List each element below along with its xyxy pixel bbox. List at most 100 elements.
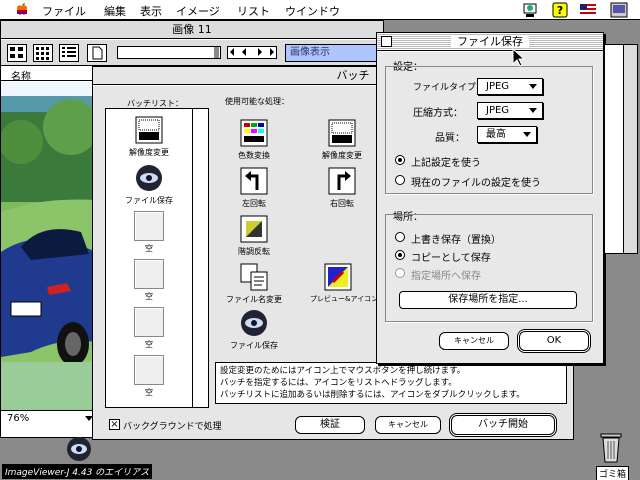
use-above-settings-radio[interactable] [395,155,405,165]
eye-icon [241,310,267,336]
file-list-header: 名称 [1,67,97,83]
menu-list[interactable]: リスト [237,3,270,19]
batch-item-label: 解像度変更 [129,148,169,157]
list-icon [62,47,76,57]
batch-empty-slot[interactable] [134,259,164,289]
rename-icon [240,263,268,291]
batch-empty-slot[interactable] [134,355,164,385]
keyboard-flag-icon[interactable] [580,4,596,16]
list-view-button[interactable] [59,44,79,62]
dialog-ok-button[interactable]: OK [517,329,591,353]
process-label: 左回転 [242,199,266,208]
process-label: 色数変換 [238,151,270,160]
invert-icon [240,215,268,243]
car-photo-image [1,82,97,410]
process-file-save[interactable] [239,308,269,338]
dialog-title: ファイル保存 [451,35,529,48]
grid-large-icon [10,47,23,58]
process-color-convert[interactable] [239,118,269,148]
menu-image[interactable]: イメージ [176,3,220,19]
image-toolbar: 画像表示 [1,40,383,66]
process-label: ファイル保存 [230,341,278,350]
quality-popup[interactable]: 最高 [477,126,537,143]
available-processes-label: 使用可能な処理： [225,97,289,106]
resolution-icon [135,116,163,144]
batch-empty-slot[interactable] [134,211,164,241]
specified-location-radio[interactable] [395,268,405,278]
process-preview-icon[interactable] [323,262,353,292]
save-as-copy-radio[interactable] [395,250,405,260]
menu-view[interactable]: 表示 [140,3,162,19]
app-switcher-icon[interactable] [522,2,538,18]
batch-item-resolution[interactable] [134,115,164,145]
display-mode-popup[interactable]: 画像表示 [285,44,383,62]
process-invert[interactable] [239,214,269,244]
large-icons-button[interactable] [7,44,27,62]
process-rotate-right[interactable] [327,166,357,196]
eye-icon [136,165,162,191]
dialog-body: 設定： ファイルタイプ： JPEG 圧縮方式： JPEG 品質： 最高 上記設定… [377,52,603,363]
imageviewer-alias-icon[interactable] [66,436,92,462]
process-label: プレビュー&アイコン [310,295,379,303]
process-rename[interactable] [239,262,269,292]
process-label: ファイル名変更 [226,295,282,304]
grid-small-icon [36,47,49,60]
batch-item-label: 空 [145,340,153,349]
background-checkbox[interactable]: × [109,419,120,430]
batch-item-label: ファイル保存 [125,196,173,205]
help-line: 設定変更のためにはアイコン上でマウスボタンを押し続けます。 [220,366,466,376]
batch-cancel-button[interactable]: キャンセル [375,416,441,434]
menu-edit[interactable]: 編集 [104,3,126,19]
apple-menu-icon[interactable] [14,1,30,17]
use-current-settings-label: 現在のファイルの設定を使う [411,178,541,189]
process-label: 右回転 [330,199,354,208]
overwrite-label: 上書き保存（置換） [411,235,501,246]
background-checkbox-label: バックグラウンドで処理 [123,422,222,432]
use-current-settings-radio[interactable] [395,175,405,185]
help-icon[interactable]: ? [552,2,568,18]
batch-window-title: バッチ [330,69,376,82]
rotate-left-icon [240,167,268,195]
document-icon [92,46,103,60]
color-palette-icon [240,119,268,147]
overwrite-radio[interactable] [395,232,405,242]
document-view-button[interactable] [87,44,107,62]
process-rotate-left[interactable] [239,166,269,196]
use-above-settings-label: 上記設定を使う [411,158,481,169]
zoom-slider[interactable] [117,46,221,59]
car-photo [1,82,97,410]
background-window-scrollbar[interactable] [623,45,637,253]
close-box-icon[interactable] [381,36,392,47]
frame-navigator[interactable] [227,46,277,59]
finder-icon[interactable] [610,2,628,18]
specified-location-label: 指定場所へ保存 [411,271,481,282]
help-line: バッチを指定するには、アイコンをリストへドラッグします。 [220,378,457,388]
verify-button[interactable]: 検証 [295,416,365,434]
specify-location-button[interactable]: 保存場所を指定... [399,291,577,309]
trash-icon[interactable] [598,432,624,464]
zoom-slider-thumb[interactable] [214,47,219,58]
process-resolution[interactable] [327,118,357,148]
column-name-label: 名称 [11,72,31,83]
zoom-level: 76% [7,413,30,424]
menu-file[interactable]: ファイル [42,3,86,19]
batch-item-file-save[interactable] [134,163,164,193]
filetype-label: ファイルタイプ： [413,83,486,93]
rotate-right-icon [328,167,356,195]
filetype-popup[interactable]: JPEG [477,78,543,95]
dialog-titlebar[interactable]: ファイル保存 [377,33,603,51]
batch-empty-slot[interactable] [134,307,164,337]
batch-list[interactable]: 解像度変更 ファイル保存 空 空 空 空 [105,108,209,408]
menu-bar: ファイル 編集 表示 イメージ リスト ウインドウ ? [0,0,640,20]
batch-start-button[interactable]: バッチ開始 [449,413,557,437]
small-icons-button[interactable] [33,44,53,62]
file-save-dialog: ファイル保存 設定： ファイルタイプ： JPEG 圧縮方式： JPEG 品質： … [376,32,604,364]
batch-item-label: 空 [145,292,153,301]
svg-text:?: ? [557,4,563,17]
compression-popup[interactable]: JPEG [477,102,543,119]
image-window-titlebar[interactable]: 画像 11 [1,21,383,39]
help-text-box: 設定変更のためにはアイコン上でマウスボタンを押し続けます。 バッチを指定するには… [215,362,567,404]
dialog-cancel-button[interactable]: キャンセル [439,332,509,350]
menu-window[interactable]: ウインドウ [285,3,340,19]
batch-list-scrollbar[interactable] [192,109,208,407]
